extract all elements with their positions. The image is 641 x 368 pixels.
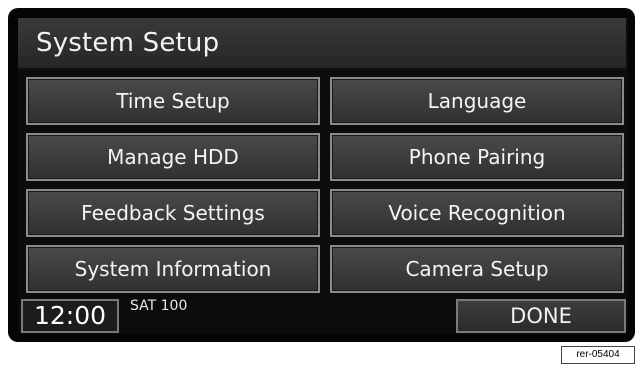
manage-hdd-button[interactable]: Manage HDD bbox=[26, 133, 320, 181]
time-setup-button[interactable]: Time Setup bbox=[26, 77, 320, 125]
figure-reference-code: rer-05404 bbox=[561, 346, 635, 364]
title-bar: System Setup bbox=[18, 18, 626, 70]
done-button[interactable]: DONE bbox=[456, 299, 626, 333]
camera-setup-button[interactable]: Camera Setup bbox=[330, 245, 624, 293]
settings-menu-grid: Time Setup Language Manage HDD Phone Pai… bbox=[26, 77, 624, 293]
system-information-button[interactable]: System Information bbox=[26, 245, 320, 293]
language-button[interactable]: Language bbox=[330, 77, 624, 125]
phone-pairing-button[interactable]: Phone Pairing bbox=[330, 133, 624, 181]
status-bar: 12:00 SAT 100 DONE bbox=[18, 298, 628, 334]
system-setup-screen: System Setup Time Setup Language Manage … bbox=[18, 18, 628, 334]
radio-station-info: SAT 100 bbox=[130, 298, 188, 314]
feedback-settings-button[interactable]: Feedback Settings bbox=[26, 189, 320, 237]
clock-display[interactable]: 12:00 bbox=[21, 299, 119, 333]
page-title: System Setup bbox=[36, 28, 220, 58]
display-bezel: System Setup Time Setup Language Manage … bbox=[8, 8, 635, 342]
voice-recognition-button[interactable]: Voice Recognition bbox=[330, 189, 624, 237]
